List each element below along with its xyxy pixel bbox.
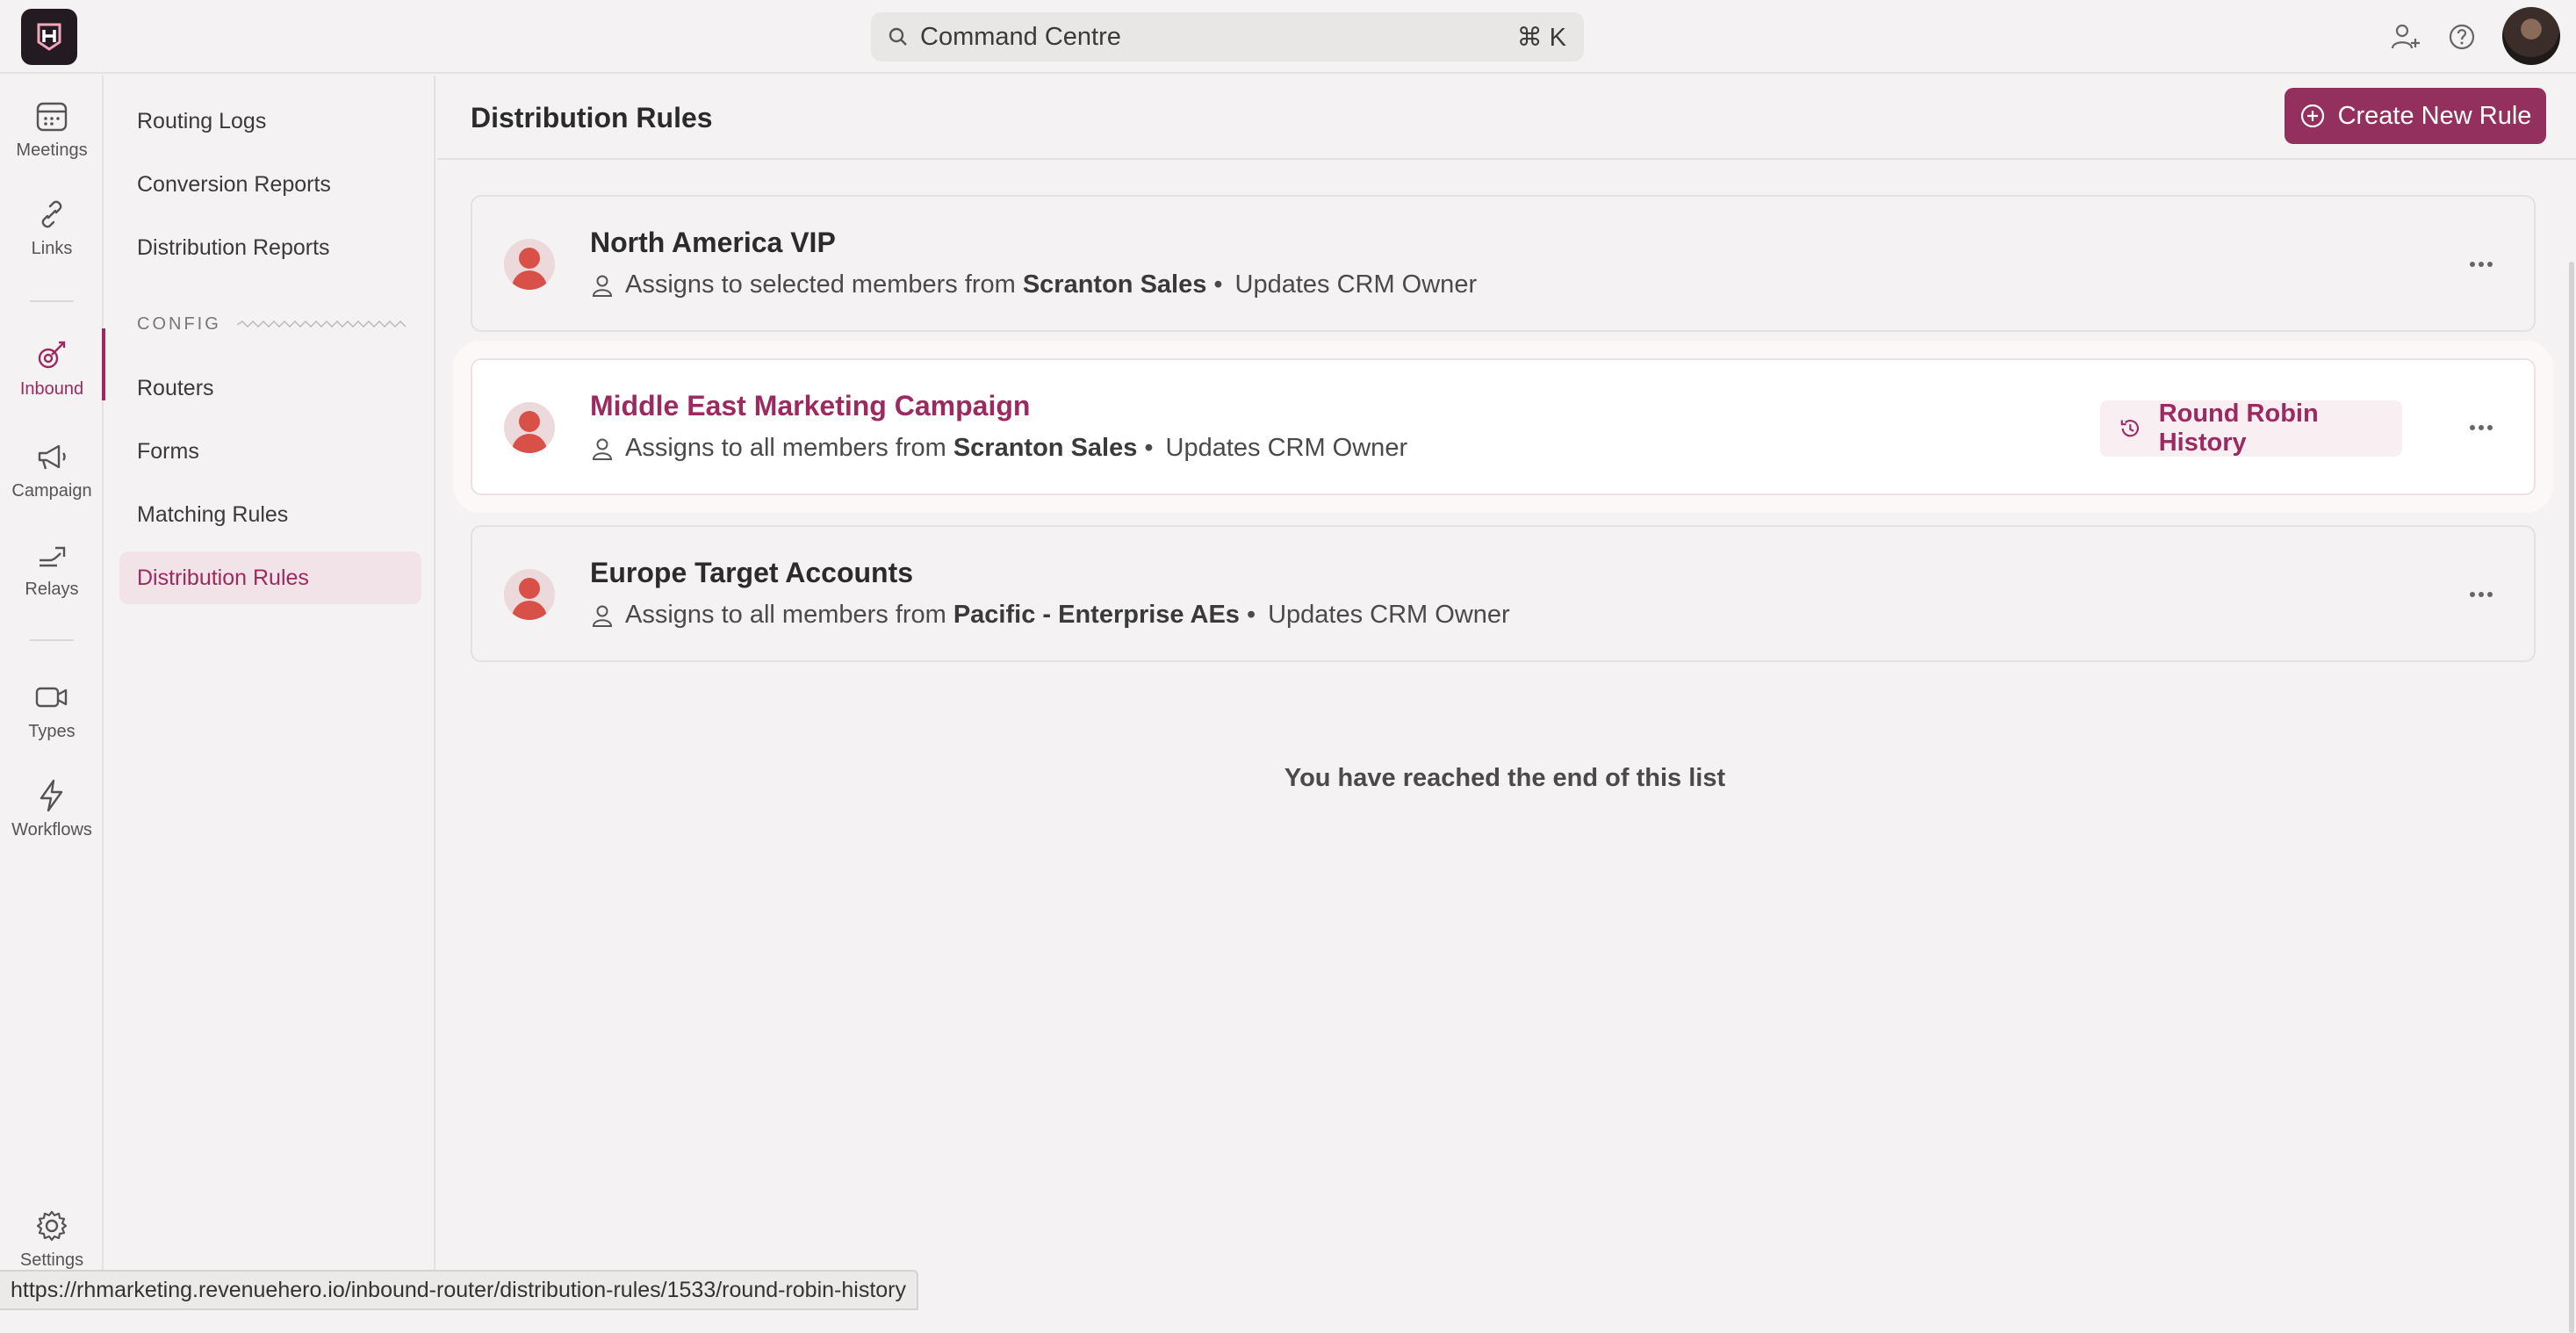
video-icon [35, 687, 68, 708]
assign-text: Assigns to all members from [625, 434, 946, 462]
team-name: Scranton Sales [1022, 270, 1207, 299]
rule-summary: Assigns to all members from Pacific - En… [590, 601, 1510, 630]
calendar-icon [36, 102, 68, 132]
rail-item-relays[interactable]: Relays [0, 536, 104, 620]
rail-label: Links [31, 239, 73, 258]
nav-item-conversion-reports[interactable]: Conversion Reports [119, 158, 421, 211]
rule-action: Updates CRM Owner [1165, 434, 1408, 462]
rule-card[interactable]: Europe Target Accounts Assigns to all me… [471, 525, 2536, 662]
person-icon [592, 275, 613, 297]
page-header: Distribution Rules Create New Rule [437, 76, 2576, 160]
rule-summary: Assigns to selected members from Scranto… [590, 270, 1477, 299]
nav-item-distribution-rules[interactable]: Distribution Rules [119, 551, 421, 604]
person-icon [592, 438, 613, 460]
config-section-header: CONFIG [137, 314, 409, 335]
rail-item-campaign[interactable]: Campaign [0, 437, 104, 522]
more-options-icon[interactable] [2464, 251, 2499, 277]
icon-rail: Meetings Links Inbound Campaign Relays T… [0, 76, 105, 1310]
command-search[interactable]: Command Centre ⌘ K [871, 12, 1584, 61]
nav-item-routers[interactable]: Routers [119, 362, 421, 414]
rail-item-types[interactable]: Types [0, 678, 104, 762]
bullet-separator: • [1144, 434, 1154, 462]
person-icon [592, 605, 613, 627]
rule-title[interactable]: Middle East Marketing Campaign [590, 390, 1030, 422]
rail-label: Workflows [11, 820, 92, 839]
plus-circle-icon [2300, 104, 2324, 128]
rule-action: Updates CRM Owner [1234, 270, 1478, 299]
nav-item-matching-rules[interactable]: Matching Rules [119, 488, 421, 541]
nav-item-forms[interactable]: Forms [119, 425, 421, 478]
rail-label: Meetings [16, 141, 88, 160]
top-bar: Command Centre ⌘ K [0, 0, 2576, 74]
logo-icon [37, 23, 61, 51]
lightning-icon [40, 779, 63, 812]
search-icon [889, 27, 907, 46]
round-robin-history-button[interactable]: Round Robin History [2100, 400, 2402, 457]
rule-summary: Assigns to all members from Scranton Sal… [590, 434, 1407, 463]
search-label: Command Centre [920, 22, 1121, 51]
assign-text: Assigns to selected members from [625, 270, 1016, 299]
app-logo[interactable] [21, 9, 77, 65]
secondary-nav: Routing Logs Conversion Reports Distribu… [105, 76, 435, 1310]
history-icon [2120, 420, 2139, 437]
rail-item-meetings[interactable]: Meetings [0, 97, 104, 181]
inbound-icon [38, 341, 66, 369]
squiggle-divider [236, 320, 407, 328]
team-name: Pacific - Enterprise AEs [953, 601, 1240, 629]
end-of-list-message: You have reached the end of this list [1284, 764, 1726, 792]
nav-item-routing-logs[interactable]: Routing Logs [119, 95, 421, 148]
rail-item-inbound[interactable]: Inbound [0, 328, 105, 420]
rule-card[interactable]: North America VIP Assigns to selected me… [471, 195, 2536, 332]
rail-divider [30, 639, 74, 641]
create-new-rule-button[interactable]: Create New Rule [2285, 88, 2546, 144]
page-title: Distribution Rules [471, 102, 713, 133]
help-icon[interactable] [2446, 21, 2478, 53]
rail-divider [30, 300, 74, 302]
config-label: CONFIG [137, 314, 221, 334]
rail-label: Relays [25, 580, 79, 599]
scrollbar[interactable] [2569, 262, 2574, 1333]
rule-card-highlighted[interactable]: Middle East Marketing Campaign Assigns t… [471, 358, 2536, 495]
more-options-icon[interactable] [2464, 414, 2499, 441]
more-options-icon[interactable] [2464, 581, 2499, 608]
rule-avatar-icon [504, 402, 555, 453]
relay-icon [40, 546, 66, 567]
rail-label: Inbound [19, 379, 84, 399]
rail-label: Types [28, 722, 76, 741]
nav-item-distribution-reports[interactable]: Distribution Reports [119, 221, 421, 274]
rail-label: Campaign [11, 481, 92, 501]
user-avatar[interactable] [2502, 7, 2560, 65]
search-shortcut: ⌘ K [1516, 23, 1566, 52]
rule-avatar-icon [504, 569, 555, 620]
status-bar-url: https://rhmarketing.revenuehero.io/inbou… [0, 1270, 918, 1310]
megaphone-icon [38, 444, 66, 470]
bullet-separator: • [1246, 601, 1256, 629]
round-robin-label: Round Robin History [2158, 400, 2319, 457]
main-content: Distribution Rules Create New Rule North… [437, 76, 2576, 1333]
rule-action: Updates CRM Owner [1268, 601, 1510, 629]
create-button-label: Create New Rule [2337, 101, 2532, 130]
rule-avatar-icon [504, 239, 555, 290]
assign-text: Assigns to all members from [625, 601, 946, 629]
add-user-icon[interactable] [2390, 21, 2421, 53]
rail-item-workflows[interactable]: Workflows [0, 776, 104, 861]
rule-title[interactable]: North America VIP [590, 227, 836, 259]
team-name: Scranton Sales [953, 434, 1138, 462]
rule-title[interactable]: Europe Target Accounts [590, 557, 913, 589]
bullet-separator: • [1213, 270, 1223, 299]
gear-icon [36, 1210, 68, 1242]
rail-label: Settings [19, 1250, 84, 1270]
link-icon [41, 200, 62, 228]
rail-item-links[interactable]: Links [0, 195, 104, 279]
